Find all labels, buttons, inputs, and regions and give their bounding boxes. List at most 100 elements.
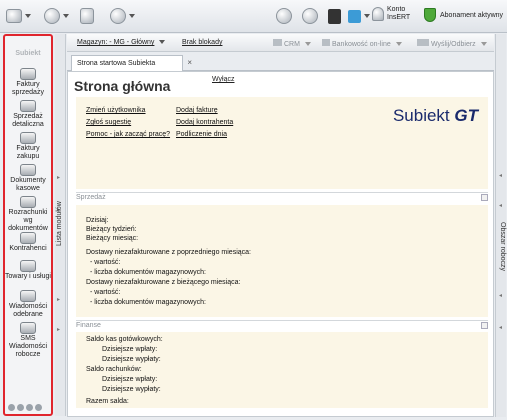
collapse-icon[interactable] <box>481 194 488 201</box>
small-icon[interactable] <box>35 404 42 411</box>
help-link[interactable]: Pomoc - jak zacząć pracę? <box>86 131 170 138</box>
globe-icon <box>44 8 60 24</box>
shield-icon <box>424 8 436 22</box>
money-button[interactable] <box>80 6 94 26</box>
invoice-icon <box>20 68 36 80</box>
sidebar-item-dokumenty-kasowe[interactable]: Dokumenty kasowe <box>5 164 51 193</box>
tab-bar: Strona startowa Subiekta × <box>67 52 494 71</box>
contacts-icon <box>20 232 36 244</box>
send-receive-label: Wyślij/Odbierz <box>431 41 476 48</box>
finance-panel: Saldo kas gotówkowych: Dzisiejsze wpłaty… <box>76 332 488 408</box>
sales-line: Dostawy niezafakturowane z poprzedniego … <box>86 249 251 256</box>
settings-button[interactable] <box>276 6 292 26</box>
small-icon[interactable] <box>26 404 33 411</box>
modules-list-toggle[interactable]: ▸ ▸ Lista modułów ▸ ▸ <box>55 34 66 416</box>
chevron-down-icon <box>364 14 370 18</box>
box-icon <box>20 260 36 272</box>
add-contractor-link[interactable]: Dodaj kontrahenta <box>176 119 233 126</box>
section-header-sprzedaz: Sprzedaż <box>76 192 488 202</box>
top-toolbar: Konto InsERT Abonament aktywny <box>0 0 507 33</box>
chevron-left-icon: ◂ <box>499 203 503 209</box>
sales-line: - wartość: <box>90 259 121 266</box>
settlement-icon <box>20 196 36 208</box>
lock-status-link[interactable]: Brak blokady <box>182 39 222 46</box>
start-page: Strona główna Wyłącz Zmień użytkownika Z… <box>67 71 494 417</box>
day-summary-link[interactable]: Podliczenie dnia <box>176 131 227 138</box>
main-area: Magazyn: - MG - Główny Brak blokady CRM … <box>67 34 494 417</box>
chevron-down-icon <box>480 42 487 46</box>
sales-line: - liczba dokumentów magazynowych: <box>90 299 206 306</box>
sidebar-item-kontrahenci[interactable]: Kontrahenci <box>5 232 51 253</box>
folder-icon <box>348 9 361 23</box>
nav-button[interactable] <box>44 6 69 26</box>
finance-line: Dzisiejsze wypłaty: <box>102 386 161 393</box>
logo-text: Subiekt <box>392 106 450 125</box>
coins-icon <box>80 8 94 24</box>
warehouse-selector[interactable]: Magazyn: - MG - Główny <box>77 39 166 46</box>
sales-line: Bieżący miesiąc: <box>86 235 139 242</box>
cash-icon <box>20 164 36 176</box>
sidebar-item-faktury-sprzedazy[interactable]: Faktury sprzedaży <box>5 68 51 97</box>
banking-button[interactable]: Bankowość on-line <box>322 39 402 48</box>
account-label: Konto InsERT <box>387 6 410 22</box>
sidebar-item-label: Dokumenty kasowe <box>10 177 46 192</box>
send-receive-button[interactable]: Wyślij/Odbierz <box>417 39 487 48</box>
chevron-down-icon <box>25 14 31 18</box>
sidebar-item-faktury-zakupu[interactable]: Faktury zakupu <box>5 132 51 161</box>
suggestion-link[interactable]: Zgłoś sugestię <box>86 119 131 126</box>
chevron-down-icon <box>63 14 69 18</box>
account-button[interactable]: Konto InsERT <box>372 6 410 22</box>
logout-link[interactable]: Wyłącz <box>212 76 235 83</box>
collapse-icon[interactable] <box>481 322 488 329</box>
gear-icon <box>276 8 292 24</box>
sidebar-item-rozrachunki[interactable]: Rozrachunki wg dokumentów <box>5 196 51 233</box>
logo-suffix: GT <box>454 106 478 125</box>
sidebar-item-label: Faktury zakupu <box>16 145 40 160</box>
help-button[interactable] <box>110 6 135 26</box>
sidebar-item-label: SMS Wiadomości robocze <box>8 335 48 358</box>
modules-sidebar: Subiekt Faktury sprzedaży Sprzedaż detal… <box>3 34 53 416</box>
tab-label: Strona startowa Subiekta <box>77 60 156 67</box>
chevron-right-icon: ▸ <box>57 175 61 181</box>
sidebar-item-towary[interactable]: Towary i usługi <box>5 260 51 281</box>
chevron-left-icon: ◂ <box>499 293 503 299</box>
finance-line: Dzisiejsze wpłaty: <box>102 376 158 383</box>
banking-label: Bankowość on-line <box>332 41 391 48</box>
modules-list-label: Lista modułów <box>56 201 63 246</box>
account-line2: InsERT <box>387 14 411 21</box>
close-icon[interactable]: × <box>187 58 192 67</box>
sync-button[interactable] <box>348 6 370 26</box>
globe-icon <box>302 8 318 24</box>
sidebar-item-sms[interactable]: SMS Wiadomości robocze <box>5 322 51 359</box>
device-button[interactable] <box>328 6 341 26</box>
finance-line: Razem salda: <box>86 398 129 405</box>
chevron-down-icon <box>395 42 402 46</box>
receipt-icon <box>20 100 36 112</box>
update-button[interactable] <box>302 6 318 26</box>
workspace-toggle[interactable]: ◂ ◂ Obszar roboczy ◂ ◂ <box>495 34 506 417</box>
subscription-status[interactable]: Abonament aktywny <box>424 8 503 22</box>
quick-links-panel: Zmień użytkownika Zgłoś sugestię Pomoc -… <box>76 97 488 189</box>
add-invoice-link[interactable]: Dodaj fakturę <box>176 107 218 114</box>
sidebar-item-label: Kontrahenci <box>9 245 47 252</box>
sidebar-header: Subiekt <box>15 50 41 57</box>
sidebar-item-label: Faktury sprzedaży <box>12 81 44 96</box>
small-icon[interactable] <box>8 404 15 411</box>
finance-line: Saldo kas gotówkowych: <box>86 336 163 343</box>
help-icon <box>110 8 126 24</box>
home-button[interactable] <box>6 6 31 26</box>
change-user-link[interactable]: Zmień użytkownika <box>86 107 146 114</box>
chevron-left-icon: ◂ <box>499 325 503 331</box>
sales-line: - liczba dokumentów magazynowych: <box>90 269 206 276</box>
page-title: Strona główna <box>74 78 171 94</box>
sidebar-item-label: Sprzedaż detaliczna <box>12 113 44 128</box>
subiekt-gt-logo: Subiekt GT <box>393 106 478 126</box>
small-icon[interactable] <box>17 404 24 411</box>
tab-strona-startowa[interactable]: Strona startowa Subiekta × <box>71 55 192 71</box>
finance-line: Dzisiejsze wypłaty: <box>102 356 161 363</box>
crm-button[interactable]: CRM <box>273 39 311 48</box>
sidebar-item-sprzedaz-detaliczna[interactable]: Sprzedaż detaliczna <box>5 100 51 129</box>
sidebar-item-wiadomosci[interactable]: Wiadomości odebrane <box>5 290 51 319</box>
sidebar-item-label: Towary i usługi <box>5 273 51 280</box>
warehouse-label: Magazyn: - MG - Główny <box>77 39 155 46</box>
